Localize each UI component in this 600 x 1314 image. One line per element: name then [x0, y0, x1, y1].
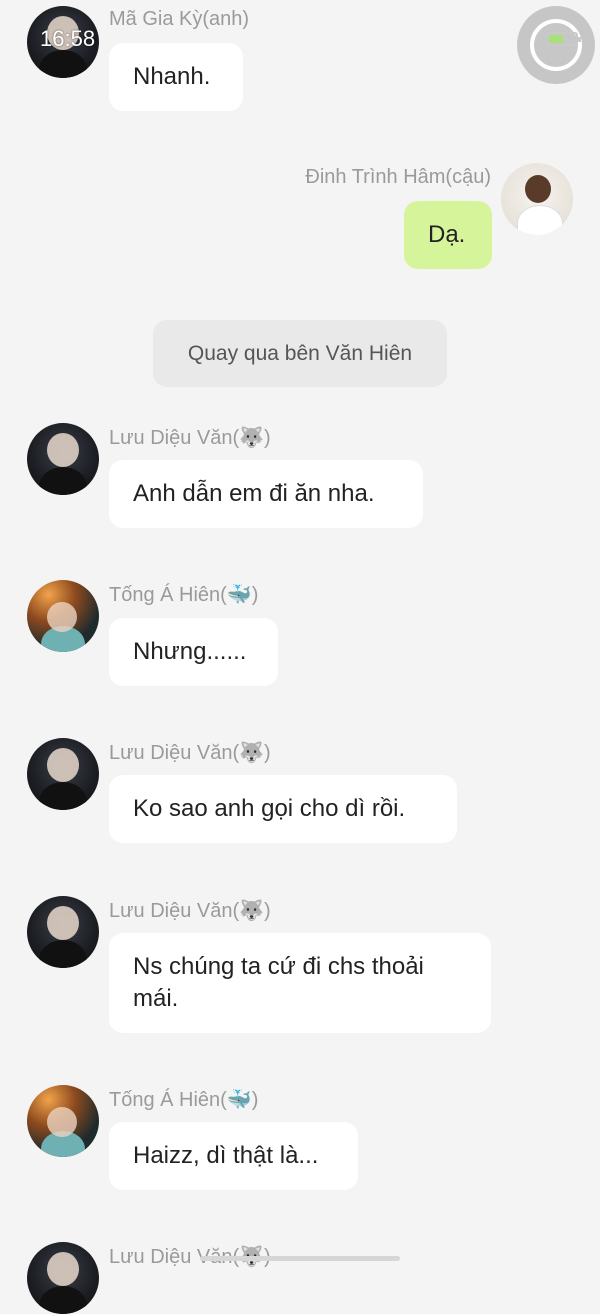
- message-bubble[interactable]: Nhanh.: [109, 43, 243, 111]
- avatar[interactable]: [27, 1242, 99, 1314]
- avatar[interactable]: [27, 896, 99, 968]
- battery-icon: [546, 32, 581, 46]
- message-bubble[interactable]: Anh dẫn em đi ăn nha.: [109, 460, 423, 528]
- sender-name: Lưu Diệu Văn(🐺): [109, 900, 271, 922]
- message-bubble[interactable]: Haizz, dì thật là...: [109, 1122, 358, 1190]
- sender-name: Mã Gia Kỳ(anh): [109, 8, 250, 30]
- message-bubble[interactable]: Ko sao anh gọi cho dì rồi.: [109, 775, 457, 843]
- sender-name: Lưu Diệu Văn(🐺): [109, 427, 271, 449]
- sender-name: Đinh Trình Hâm(cậu): [305, 166, 491, 188]
- avatar[interactable]: [501, 163, 573, 235]
- sender-name: Tống Á Hiên(🐳): [109, 584, 259, 606]
- sender-name: Lưu Diệu Văn(🐺): [109, 742, 271, 764]
- home-indicator[interactable]: [200, 1256, 400, 1261]
- avatar[interactable]: [27, 1085, 99, 1157]
- status-time: 16:58: [40, 26, 96, 51]
- sender-name: Tống Á Hiên(🐳): [109, 1089, 259, 1111]
- system-notice: Quay qua bên Văn Hiên: [153, 320, 447, 387]
- avatar[interactable]: [27, 738, 99, 810]
- message-bubble[interactable]: Dạ.: [404, 201, 492, 269]
- avatar[interactable]: [27, 580, 99, 652]
- message-bubble[interactable]: Ns chúng ta cứ đi chs thoải mái.: [109, 933, 491, 1033]
- avatar[interactable]: [27, 423, 99, 495]
- message-bubble[interactable]: Nhưng......: [109, 618, 278, 686]
